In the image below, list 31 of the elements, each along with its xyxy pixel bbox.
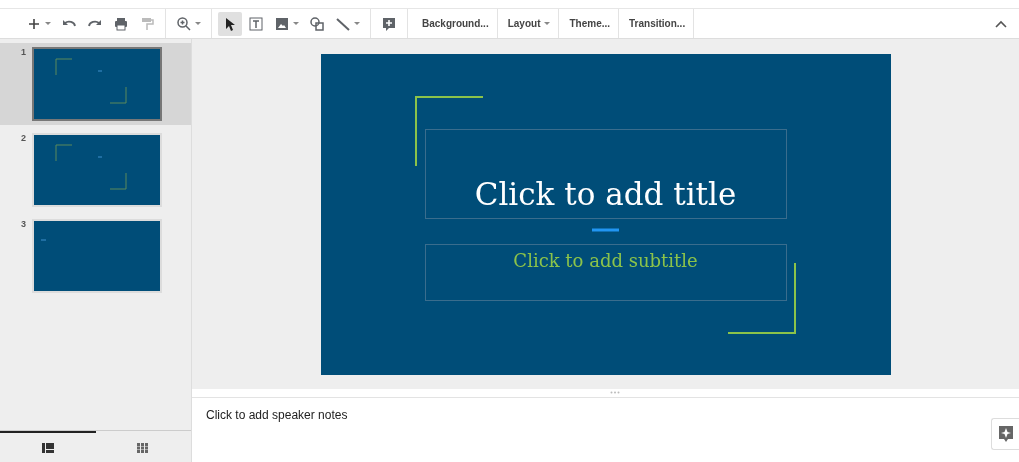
zoom-icon [176, 15, 192, 32]
add-comment-icon [381, 15, 397, 32]
image-icon [274, 15, 290, 32]
slide-row[interactable]: 1 [0, 43, 191, 125]
explore-icon [997, 425, 1014, 443]
filmstrip-view-icon [41, 443, 54, 453]
toolbar-menu-button[interactable]: Background... [414, 9, 498, 38]
chevron-up-icon [995, 19, 1007, 28]
slide-number: 2 [20, 133, 26, 145]
toolbar-menu-button[interactable]: Transition... [621, 9, 695, 38]
grid-view-icon [137, 443, 150, 453]
accent-line [591, 228, 619, 232]
paint-roller-icon [139, 15, 155, 32]
slide-number: 3 [20, 219, 26, 231]
explore-button[interactable] [991, 418, 1019, 450]
corner-decoration [414, 96, 484, 167]
toolbar-button[interactable] [218, 11, 242, 36]
corner-decoration [726, 262, 796, 334]
subtitle-placeholder[interactable]: Click to add subtitle [424, 244, 787, 301]
shapes-icon [309, 15, 325, 32]
slide-row[interactable]: 2 [0, 129, 191, 211]
slide-thumbnail[interactable] [32, 47, 162, 121]
resize-handle[interactable] [192, 389, 1019, 398]
toolbar-menu-button[interactable]: Theme... [561, 9, 620, 38]
slide-row[interactable]: 3 [0, 215, 191, 297]
title-placeholder[interactable]: Click to add title [424, 129, 787, 219]
toolbar-menu-button[interactable]: Layout [499, 9, 560, 38]
slide-number: 1 [20, 47, 26, 59]
line-icon [335, 15, 351, 32]
print-icon [113, 15, 129, 32]
text-box-icon [248, 15, 264, 32]
